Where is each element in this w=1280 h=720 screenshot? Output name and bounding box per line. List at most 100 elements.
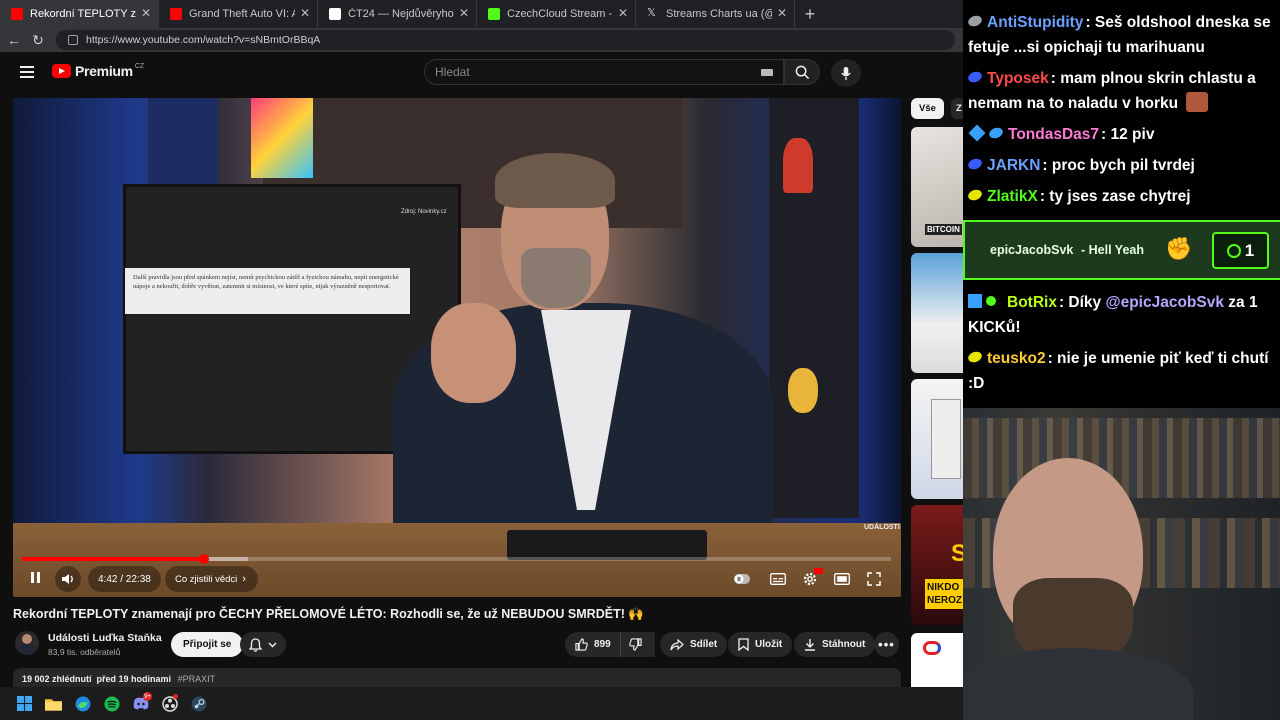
related-video-thumbnail[interactable]: BITCOIN: [911, 127, 963, 247]
browser-tab-youtube[interactable]: Rekordní TEPLOTY znamenají ✕: [0, 0, 159, 28]
reload-icon[interactable]: ↻: [26, 28, 50, 52]
browser-tab-x[interactable]: 𝕏 Streams Charts ua (@StreamsCharts ✕: [636, 0, 795, 28]
youtube-logo[interactable]: Premium CZ: [52, 63, 144, 79]
chat-text: : proc bych pil tvrdej: [1042, 157, 1195, 174]
presenter-hand: [431, 303, 516, 403]
chat-badge-icon: [966, 187, 984, 203]
thumbnail-label-line: NEROZ: [927, 595, 962, 606]
search-button[interactable]: [784, 59, 820, 85]
poster-art: [251, 98, 313, 178]
back-arrow-icon[interactable]: ←: [2, 28, 26, 52]
start-button[interactable]: [10, 687, 39, 720]
obs-studio-button[interactable]: [155, 687, 184, 720]
ct-logo-icon: [923, 641, 941, 655]
emote-icon: [1186, 92, 1209, 112]
shelf-left: [148, 98, 218, 193]
keyboard-icon[interactable]: [761, 69, 773, 76]
join-button[interactable]: Připojit se: [171, 632, 244, 657]
masthead: Premium CZ: [0, 52, 963, 92]
thumbs-down-icon: [629, 638, 642, 651]
steam-button[interactable]: [184, 687, 213, 720]
related-video-thumbnail[interactable]: [911, 633, 963, 687]
hashtag-link[interactable]: #PRAXIT: [178, 674, 216, 684]
kicks-count-value: 1: [1244, 240, 1255, 260]
folder-icon: [45, 698, 62, 711]
browser-tab-ct24[interactable]: ČT24 — Nejdůvěryhodnější zpravo ✕: [318, 0, 477, 28]
subtitles-icon: [770, 573, 786, 585]
related-video-thumbnail[interactable]: S NIKDO NEROZ: [911, 505, 963, 625]
youtube-page: Premium CZ Zdroj: Novinky.cz: [0, 52, 963, 687]
chat-message: JARKN: proc bych pil tvrdej: [966, 153, 1280, 178]
ct24-favicon-icon: [329, 8, 341, 20]
theater-mode-button[interactable]: [831, 568, 853, 590]
download-icon: [805, 639, 815, 651]
subtitles-button[interactable]: [767, 568, 789, 590]
video-player[interactable]: Zdroj: Novinky.cz Další pravidla jsou př…: [13, 98, 901, 597]
avatar-portrait: [22, 634, 32, 644]
search-icon: [795, 65, 809, 79]
share-label: Sdílet: [690, 639, 718, 650]
channel-avatar[interactable]: [15, 631, 39, 655]
chapter-button[interactable]: Co zjistili vědci ›: [165, 566, 258, 592]
search-input[interactable]: [435, 65, 735, 79]
site-info-icon[interactable]: [68, 35, 78, 45]
chat-username: AntiStupidity: [987, 14, 1084, 31]
new-tab-button[interactable]: +: [795, 0, 825, 28]
download-button[interactable]: Stáhnout: [794, 632, 876, 657]
tab-title: ČT24 — Nejdůvěryhodnější zpravo: [348, 8, 454, 20]
tab-close-icon[interactable]: ✕: [777, 6, 787, 20]
alert-message: - Hell Yeah: [1081, 243, 1144, 257]
discord-notification-badge: 9+: [143, 692, 152, 701]
channel-name[interactable]: Události Luďka Staňka: [48, 632, 162, 644]
notifications-button[interactable]: [240, 632, 286, 657]
bookmark-icon: [738, 638, 749, 651]
tablet: [507, 530, 707, 560]
browser-tab-kick[interactable]: CzechCloud Stream - Watch Live o ✕: [477, 0, 636, 28]
voice-search-button[interactable]: [831, 59, 861, 87]
settings-button[interactable]: [799, 568, 823, 590]
share-button[interactable]: Sdílet: [660, 632, 728, 657]
tab-close-icon[interactable]: ✕: [300, 6, 310, 20]
channel-watermark: UDÁLOSTI: [864, 524, 900, 531]
spotify-icon: [104, 696, 119, 711]
presenter-hair: [495, 153, 615, 208]
screen-quote-text: Další pravidla jsou před spánkem nejíst,…: [133, 274, 399, 290]
fullscreen-button[interactable]: [863, 568, 885, 590]
chat-mention: @epicJacobSvk: [1105, 294, 1224, 311]
pause-button[interactable]: [21, 566, 49, 592]
more-actions-button[interactable]: •••: [874, 632, 899, 657]
browser-tab-gta[interactable]: Grand Theft Auto VI: An Extended ✕: [159, 0, 318, 28]
related-video-thumbnail[interactable]: [911, 379, 963, 499]
spotify-button[interactable]: [97, 687, 126, 720]
dislike-button[interactable]: [620, 632, 650, 657]
edge-browser-button[interactable]: [68, 687, 97, 720]
volume-button[interactable]: [55, 566, 81, 592]
browser-toolbar: ← ↻ https://www.youtube.com/watch?v=sNBm…: [0, 28, 963, 52]
chat-message: AntiStupidity: Seš oldshool dneska se fe…: [966, 10, 1280, 60]
logo-country: CZ: [134, 62, 145, 70]
address-bar[interactable]: https://www.youtube.com/watch?v=sNBmtOrB…: [56, 30, 955, 50]
miniplayer-pause-button[interactable]: [731, 568, 753, 590]
menu-icon[interactable]: [20, 66, 34, 78]
chevron-down-icon: [268, 642, 277, 647]
tab-close-icon[interactable]: ✕: [459, 6, 469, 20]
filter-chip-all[interactable]: Vše: [911, 98, 944, 119]
description-box[interactable]: 19 002 zhlédnutí před 19 hodinami #PRAXI…: [13, 668, 901, 687]
taskbar: 9+: [0, 687, 963, 720]
download-label: Stáhnout: [822, 639, 866, 650]
filter-chip-next[interactable]: Z: [951, 98, 963, 119]
tab-close-icon[interactable]: ✕: [618, 6, 628, 20]
progress-bar[interactable]: [22, 554, 891, 564]
save-button[interactable]: Uložit: [728, 632, 793, 657]
file-explorer-button[interactable]: [39, 687, 68, 720]
chat-text: : 12 piv: [1101, 126, 1155, 143]
steam-icon: [191, 696, 206, 711]
rock-hand-emoji-icon: ✊: [1165, 236, 1193, 261]
time-display: 4:42 / 22:38: [88, 566, 161, 592]
chevron-right-icon: ›: [242, 573, 246, 585]
chat-username: teusko2: [987, 350, 1046, 367]
tab-close-icon[interactable]: ✕: [141, 6, 151, 20]
url-text: https://www.youtube.com/watch?v=sNBmtOrB…: [86, 34, 321, 46]
related-video-thumbnail[interactable]: [911, 253, 963, 373]
discord-button[interactable]: 9+: [126, 687, 155, 720]
